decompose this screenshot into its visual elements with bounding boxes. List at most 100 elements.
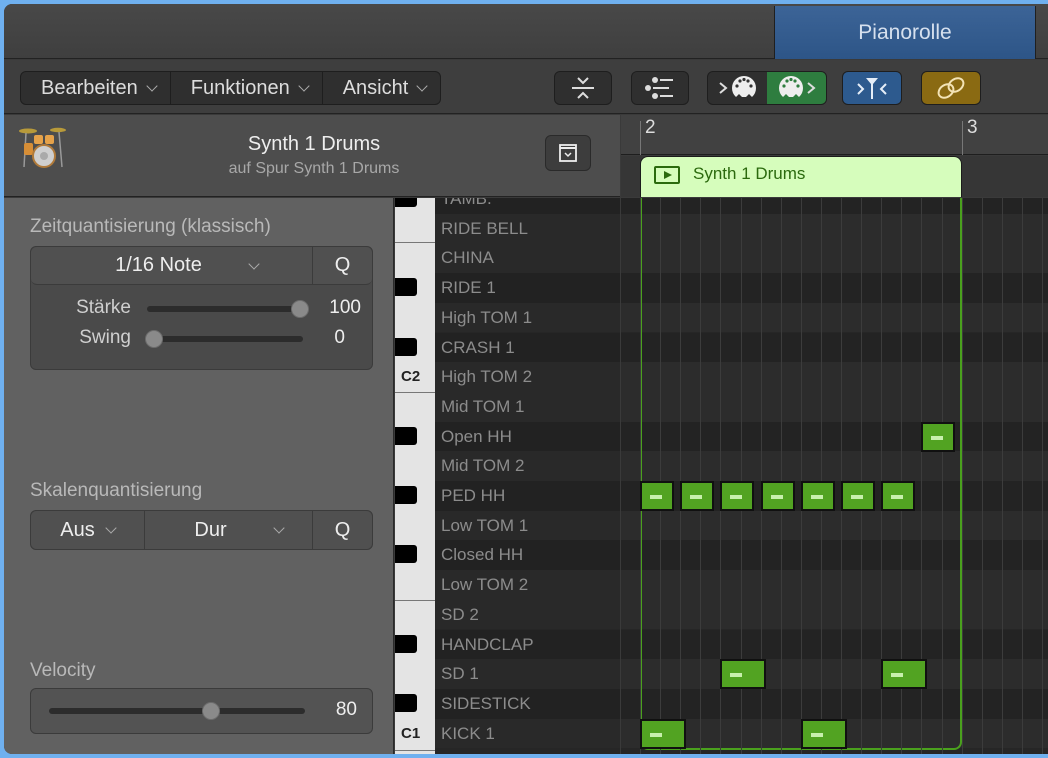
quantize-list-icon	[645, 77, 673, 99]
drum-row-label[interactable]: TAMB.	[435, 198, 620, 214]
note-velocity-mark	[851, 495, 863, 499]
drum-row-label[interactable]: Mid TOM 2	[435, 451, 620, 481]
chevron-down-icon	[298, 80, 310, 92]
note-velocity-mark	[810, 495, 823, 499]
region-strip: Synth 1 Drums	[621, 156, 1048, 197]
strength-slider-thumb[interactable]	[291, 300, 309, 318]
drum-row-label[interactable]: SIDESTICK	[435, 688, 620, 719]
link-button[interactable]	[921, 71, 981, 105]
midi-out-button[interactable]	[767, 72, 826, 104]
drum-row-label[interactable]: Open HH	[435, 421, 620, 452]
grid-line	[861, 198, 863, 754]
midi-note[interactable]	[881, 481, 916, 511]
menu-view[interactable]: Ansicht	[323, 72, 441, 104]
swing-slider[interactable]	[147, 336, 303, 342]
note-velocity-mark	[730, 673, 743, 678]
white-key-divider	[395, 392, 435, 393]
drum-row-label[interactable]: High TOM 1	[435, 302, 620, 333]
catch-playhead-button[interactable]	[842, 71, 902, 105]
swing-slider-thumb[interactable]	[145, 330, 163, 348]
midi-note[interactable]	[720, 481, 755, 511]
drum-row-label[interactable]: PED HH	[435, 481, 620, 511]
quantize-list-button[interactable]	[631, 71, 689, 105]
midi-note[interactable]	[800, 718, 847, 749]
drum-row-label[interactable]: HANDCLAP	[435, 629, 620, 660]
collapse-button[interactable]	[554, 71, 612, 105]
note-velocity-mark	[810, 732, 823, 737]
drum-row-label[interactable]: SD 1	[435, 659, 620, 689]
link-icon	[937, 77, 965, 99]
strength-slider-row: Stärke 100	[31, 293, 372, 323]
note-velocity-mark	[891, 495, 904, 499]
drum-row-label[interactable]: Mid TOM 1	[435, 391, 620, 422]
menu-view-label: Ansicht	[342, 76, 409, 99]
drum-row-label[interactable]: SD 2	[435, 599, 620, 630]
piano-black-key[interactable]	[395, 426, 417, 445]
midi-note[interactable]	[720, 659, 767, 690]
piano-black-key[interactable]	[395, 545, 417, 564]
strength-slider[interactable]	[147, 306, 303, 312]
drum-row-label[interactable]: Low TOM 1	[435, 510, 620, 541]
region-header: Synth 1 Drums auf Spur Synth 1 Drums	[4, 115, 620, 197]
drum-row-label[interactable]: Closed HH	[435, 540, 620, 571]
note-velocity-mark	[891, 673, 904, 678]
velocity-value: 80	[335, 699, 357, 720]
title-bar: Pianorolle	[4, 4, 1048, 59]
midi-note[interactable]	[640, 481, 674, 511]
midi-region-name: Synth 1 Drums	[693, 164, 806, 183]
drum-row-label[interactable]: CHINA	[435, 243, 620, 274]
octave-label: C1	[401, 724, 421, 742]
bar-ruler[interactable]: 2 3	[621, 115, 1048, 155]
midi-note[interactable]	[760, 481, 795, 511]
swing-value: 0	[334, 327, 345, 348]
note-velocity-mark	[650, 495, 662, 499]
midi-region-header[interactable]: Synth 1 Drums	[640, 156, 962, 197]
tab-piano-roll[interactable]: Pianorolle	[774, 6, 1036, 59]
time-quantize-select[interactable]: 1/16 Note	[31, 247, 313, 284]
bar-line	[962, 121, 963, 155]
scale-quantize-q-button[interactable]: Q	[313, 511, 372, 549]
midi-note[interactable]	[841, 481, 875, 511]
note-velocity-mark	[690, 495, 703, 499]
drum-kit-icon	[19, 127, 66, 168]
midi-note[interactable]	[921, 421, 956, 452]
menu-edit[interactable]: Bearbeiten	[21, 72, 171, 104]
piano-black-key[interactable]	[395, 278, 417, 297]
grid-line	[941, 198, 943, 754]
play-region-icon	[654, 166, 680, 184]
piano-black-key[interactable]	[395, 634, 417, 653]
piano-black-key[interactable]	[395, 486, 417, 504]
piano-black-key[interactable]	[395, 198, 417, 207]
drum-row-label[interactable]: CRASH 1	[435, 332, 620, 363]
menu-functions[interactable]: Funktionen	[171, 72, 323, 104]
piano-black-key[interactable]	[395, 337, 417, 356]
midi-note[interactable]	[640, 718, 686, 749]
menu-functions-label: Funktionen	[190, 76, 290, 99]
drum-row-label[interactable]: RIDE 1	[435, 273, 620, 303]
time-quantize-q-button[interactable]: Q	[313, 247, 372, 284]
scale-type-select[interactable]: Dur	[145, 511, 313, 549]
velocity-slider[interactable]	[49, 708, 305, 714]
catch-playhead-icon	[857, 78, 887, 99]
midi-note[interactable]	[881, 659, 928, 690]
drum-row-label[interactable]: High TOM 2	[435, 362, 620, 392]
chevron-down-icon	[248, 257, 260, 270]
grid-line	[961, 198, 963, 754]
note-grid[interactable]	[621, 198, 1048, 754]
time-quantize-title: Zeitquantisierung (klassisch)	[30, 216, 271, 237]
midi-note[interactable]	[680, 481, 715, 511]
drum-row-label[interactable]: Low TOM 2	[435, 570, 620, 600]
expand-button[interactable]	[545, 135, 591, 171]
grid-line	[820, 198, 822, 754]
drum-row-label[interactable]: RIDE BELL	[435, 213, 620, 244]
grid-line	[981, 198, 983, 754]
velocity-slider-thumb[interactable]	[201, 702, 220, 720]
menu-edit-label: Bearbeiten	[41, 76, 138, 99]
piano-black-key[interactable]	[395, 693, 417, 712]
grid-line	[800, 198, 802, 754]
midi-in-button[interactable]	[708, 72, 767, 104]
drum-row-label[interactable]: KICK 1	[435, 718, 620, 749]
scale-root-select[interactable]: Aus	[31, 511, 145, 549]
midi-note[interactable]	[800, 481, 835, 511]
bar-number: 2	[645, 117, 656, 138]
